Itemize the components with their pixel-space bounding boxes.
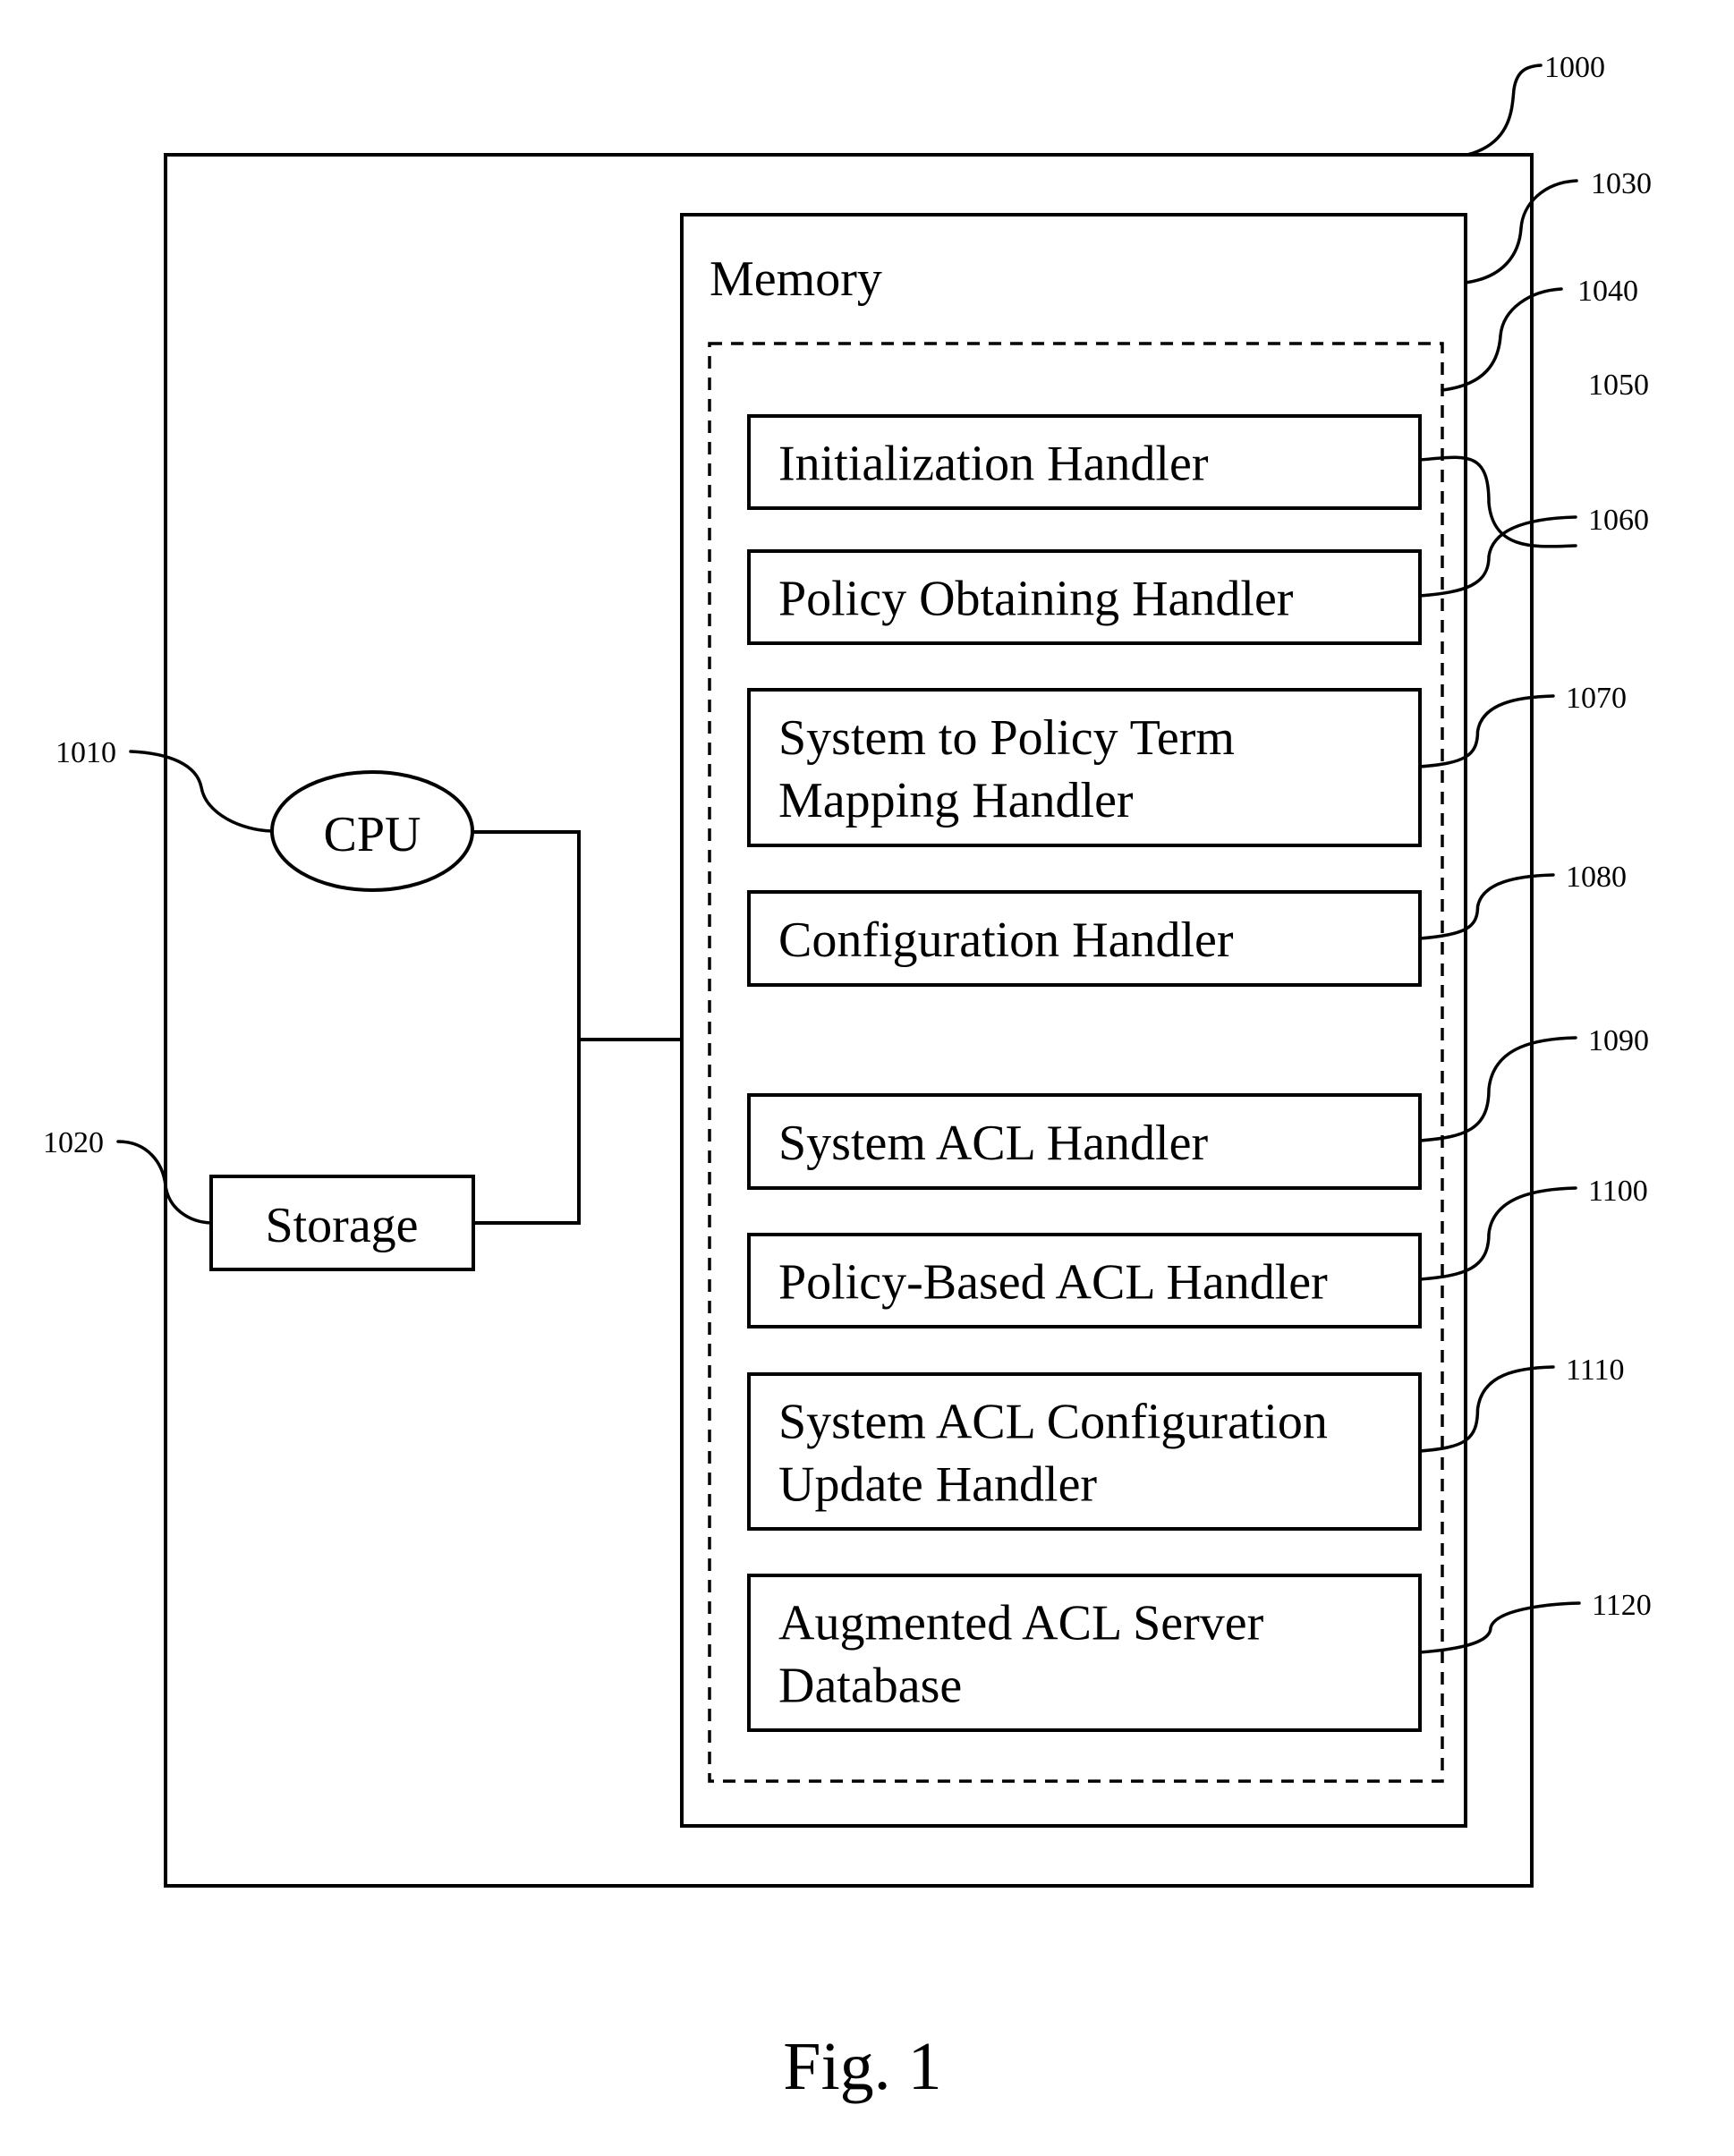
module-label: Policy Obtaining Handler bbox=[778, 572, 1294, 627]
module-label: Mapping Handler bbox=[778, 773, 1134, 828]
module-label: System ACL Handler bbox=[778, 1116, 1208, 1171]
figure-caption: Fig. 1 bbox=[783, 2029, 941, 2104]
device-ref-number: 1000 bbox=[1544, 51, 1605, 84]
module-ref-number: 1100 bbox=[1588, 1175, 1648, 1208]
block-diagram: 1000 CPU 1010 Storage 1020 Memory 1030 1… bbox=[43, 51, 1652, 2104]
module-group-ref-number: 1040 bbox=[1577, 275, 1638, 308]
module-group-box bbox=[708, 342, 1444, 1783]
module-4: Configuration Handler 1080 bbox=[747, 861, 1627, 987]
bus-wire-cpu-storage bbox=[472, 830, 581, 1225]
memory-label: Memory bbox=[710, 251, 882, 307]
module-ref-number: 1050 bbox=[1588, 369, 1649, 402]
module-label: Configuration Handler bbox=[778, 912, 1234, 968]
module-label: System ACL Configuration bbox=[778, 1395, 1328, 1450]
module-group-ref-leader bbox=[1441, 287, 1563, 392]
module-label: Database bbox=[778, 1659, 962, 1714]
module-ref-number: 1060 bbox=[1588, 504, 1649, 537]
module-ref-number: 1070 bbox=[1566, 682, 1627, 715]
module-1: Initialization Handler 1050 bbox=[747, 369, 1649, 548]
module-label: Update Handler bbox=[778, 1457, 1097, 1513]
module-list: Initialization Handler 1050 Policy Obtaini… bbox=[747, 369, 1652, 1732]
module-label: Augmented ACL Server bbox=[778, 1596, 1264, 1651]
module-2: Policy Obtaining Handler 1060 bbox=[747, 504, 1649, 645]
module-3: System to Policy Term Mapping Handler 1070 bbox=[747, 682, 1627, 847]
storage-label: Storage bbox=[265, 1198, 418, 1253]
memory-ref-leader bbox=[1464, 179, 1578, 284]
cpu-ref-number: 1010 bbox=[55, 736, 116, 769]
module-label: Policy-Based ACL Handler bbox=[778, 1255, 1328, 1311]
module-6: Policy-Based ACL Handler 1100 bbox=[747, 1175, 1648, 1328]
module-5: System ACL Handler 1090 bbox=[747, 1024, 1649, 1190]
module-label: Initialization Handler bbox=[778, 437, 1209, 492]
module-ref-number: 1080 bbox=[1566, 861, 1627, 894]
module-label: System to Policy Term bbox=[778, 710, 1235, 766]
module-7: System ACL Configuration Update Handler 11… bbox=[747, 1354, 1624, 1531]
module-ref-number: 1110 bbox=[1566, 1354, 1624, 1387]
device-ref-leader bbox=[1466, 64, 1543, 157]
cpu-label: CPU bbox=[324, 807, 421, 862]
module-8: Augmented ACL Server Database 1120 bbox=[747, 1574, 1652, 1732]
storage-ref-number: 1020 bbox=[43, 1126, 104, 1159]
module-ref-number: 1090 bbox=[1588, 1024, 1649, 1057]
memory-ref-number: 1030 bbox=[1591, 167, 1652, 200]
module-ref-number: 1120 bbox=[1592, 1589, 1652, 1622]
cpu-ref-leader bbox=[129, 750, 274, 833]
